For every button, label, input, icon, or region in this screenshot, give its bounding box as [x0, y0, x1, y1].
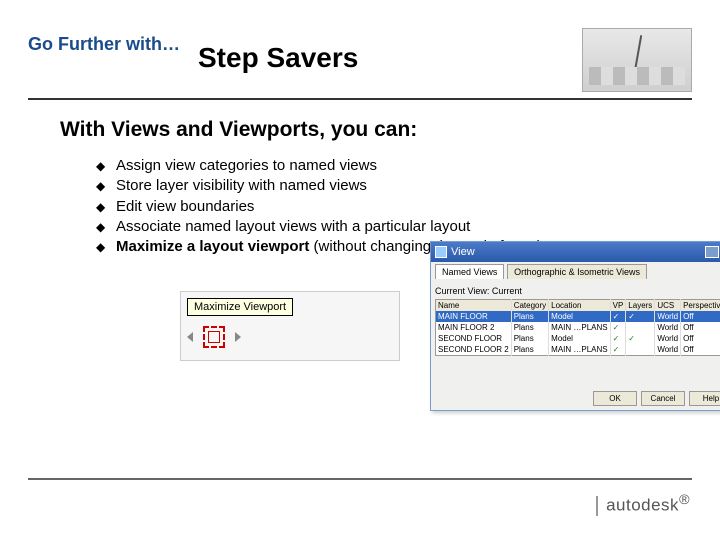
tab-named-views[interactable]: Named Views: [435, 264, 504, 279]
footer-divider: [28, 478, 692, 480]
col-category[interactable]: Category: [511, 300, 548, 312]
ok-button[interactable]: OK: [593, 391, 637, 406]
col-ucs[interactable]: UCS: [655, 300, 681, 312]
col-vp[interactable]: VP: [610, 300, 626, 312]
help-button[interactable]: Help: [689, 391, 720, 406]
arrow-right-icon: [235, 332, 241, 342]
list-item: Store layer visibility with named views: [96, 176, 692, 196]
list-item-bold: Maximize a layout viewport: [116, 238, 309, 255]
col-location[interactable]: Location: [549, 300, 610, 312]
dialog-titlebar: View: [431, 242, 720, 262]
help-window-button[interactable]: [705, 246, 719, 258]
arrow-left-icon: [187, 332, 193, 342]
list-item: Associate named layout views with a part…: [96, 217, 692, 237]
table-row[interactable]: MAIN FLOORPlansModel✓✓WorldOff: [436, 311, 720, 322]
tab-ortho-iso[interactable]: Orthographic & Isometric Views: [507, 264, 647, 279]
maximize-viewport-icon[interactable]: [203, 326, 225, 348]
dialog-icon: [435, 246, 447, 258]
brand-logo: autodesk®: [596, 492, 690, 516]
current-view-label: Current View:: [435, 286, 489, 296]
table-row[interactable]: SECOND FLOORPlansModel✓✓WorldOff: [436, 333, 720, 344]
current-view-value: Current: [492, 286, 522, 296]
tooltip-label: Maximize Viewport: [187, 298, 293, 316]
table-header-row: Name Category Location VP Layers UCS Per…: [436, 300, 720, 312]
dialog-title: View: [451, 246, 475, 258]
col-perspective[interactable]: Perspective: [681, 300, 720, 312]
decorative-photo: [582, 28, 692, 92]
table-row[interactable]: SECOND FLOOR 2PlansMAIN …PLANS✓WorldOff: [436, 344, 720, 356]
section-heading: With Views and Viewports, you can:: [60, 118, 692, 142]
list-item: Assign view categories to named views: [96, 156, 692, 176]
cancel-button[interactable]: Cancel: [641, 391, 685, 406]
logo-tick-icon: [596, 496, 598, 516]
kicker-text: Go Further with…: [28, 34, 180, 55]
page-title: Step Savers: [198, 42, 358, 74]
col-layers[interactable]: Layers: [626, 300, 655, 312]
table-row[interactable]: MAIN FLOOR 2PlansMAIN …PLANS✓WorldOff: [436, 322, 720, 333]
view-dialog: View Named Views Orthographic & Isometri…: [430, 241, 720, 411]
list-item: Edit view boundaries: [96, 197, 692, 217]
views-table: Name Category Location VP Layers UCS Per…: [435, 299, 720, 356]
viewport-toolbar-mock: Maximize Viewport: [180, 291, 400, 361]
col-name[interactable]: Name: [436, 300, 512, 312]
